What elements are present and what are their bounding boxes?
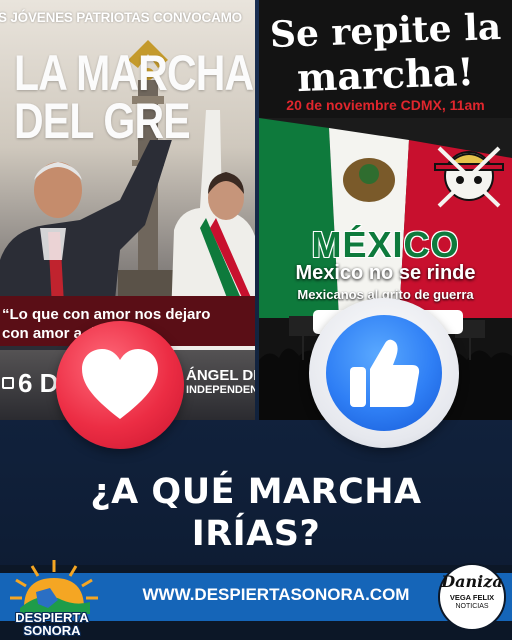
convocation-line: S JÓVENES PATRIOTAS CONVOCAMO [0, 10, 242, 25]
love-reaction-button[interactable] [56, 321, 184, 449]
like-reaction-circle [326, 315, 442, 431]
repeat-march-title-line2: marcha! [296, 48, 475, 101]
event-date-text: 6 D [18, 368, 59, 398]
mexico-heading: MÉXICO [311, 224, 460, 265]
slogan-line: Mexico no se rinde [295, 262, 476, 284]
event-place-line1: ÁNGEL DE [186, 367, 255, 384]
daniza-surname: VEGA FELIX [449, 593, 495, 602]
question-line1: ¿A QUÉ MARCHA [90, 472, 422, 512]
heart-icon [82, 349, 158, 419]
event-place-line2: INDEPENDEN [186, 384, 255, 396]
daniza-name: Daniza [441, 572, 503, 591]
logo-name-line2: SONORA [23, 623, 81, 638]
thumbs-up-icon [350, 339, 420, 407]
event-place: ÁNGEL DE INDEPENDEN [168, 367, 255, 398]
calendar-icon [2, 377, 14, 389]
quote-line1: “Lo que con amor nos dejaro [2, 306, 211, 323]
daniza-noticias: NOTICIAS [455, 603, 489, 610]
despierta-sonora-name: DESPIERTA SONORA [4, 611, 100, 637]
question-line2: IRÍAS? [191, 514, 321, 554]
like-reaction-button[interactable] [309, 298, 459, 448]
march-date-subtitle: 20 de noviembre CDMX, 11am [286, 97, 485, 113]
website-link[interactable]: WWW.DESPIERTASONORA.COM [118, 585, 434, 605]
event-date: 6 D [2, 368, 58, 399]
post-image: S JÓVENES PATRIOTAS CONVOCAMO LA MARCHA … [0, 0, 512, 640]
